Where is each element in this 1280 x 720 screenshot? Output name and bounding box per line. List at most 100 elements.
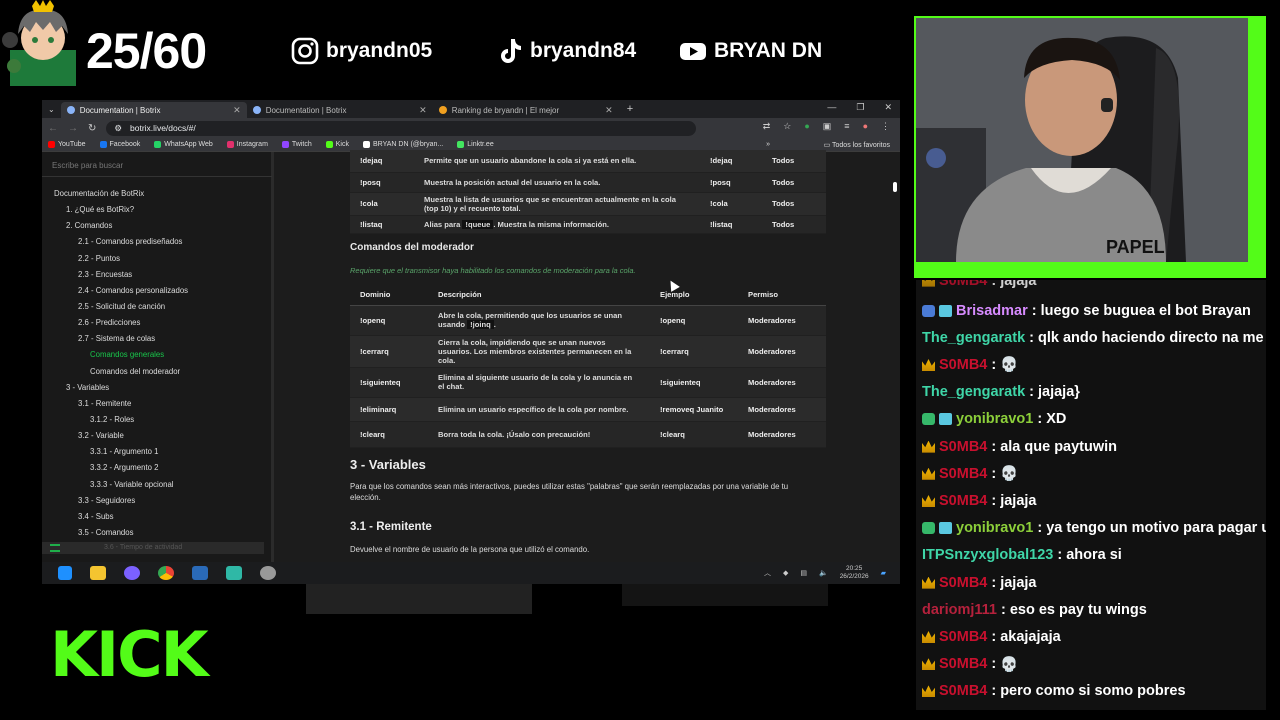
toc-item[interactable]: 3.2 - Variable bbox=[42, 428, 272, 444]
chat-username[interactable]: S0MB4 bbox=[939, 493, 987, 509]
chat-username[interactable]: S0MB4 bbox=[939, 280, 987, 289]
notifications-icon[interactable]: ▰ bbox=[881, 569, 886, 577]
bookmark-bryan-dn[interactable]: BRYAN DN (@bryan... bbox=[362, 141, 443, 148]
toc-item[interactable]: 3.3.2 - Argumento 2 bbox=[42, 460, 272, 476]
chat-username[interactable]: S0MB4 bbox=[939, 439, 987, 455]
file-explorer-icon[interactable] bbox=[90, 566, 106, 580]
tiktok-handle: bryandn84 bbox=[494, 36, 636, 66]
discord-icon[interactable] bbox=[124, 566, 140, 580]
docs-search-input[interactable]: Escribe para buscar bbox=[42, 155, 272, 177]
chat-username[interactable]: The_gengaratk bbox=[922, 330, 1025, 346]
back-icon[interactable]: ← bbox=[48, 123, 58, 134]
chat-username[interactable]: S0MB4 bbox=[939, 656, 987, 672]
gift-badge-icon bbox=[939, 522, 952, 535]
chat-username[interactable]: S0MB4 bbox=[939, 629, 987, 645]
chat-username[interactable]: dariomj111 bbox=[922, 602, 997, 618]
forward-icon[interactable]: → bbox=[68, 123, 78, 134]
chat-username[interactable]: S0MB4 bbox=[939, 466, 987, 482]
bookmark-kick[interactable]: Kick bbox=[325, 141, 349, 148]
minimize-icon[interactable]: — bbox=[827, 102, 836, 113]
toc-item[interactable]: 2.3 - Encuestas bbox=[42, 267, 272, 283]
toc-item[interactable]: Documentación de BotRix bbox=[42, 186, 272, 202]
translate-icon[interactable]: ⇄ bbox=[763, 121, 771, 132]
menu-kebab-icon[interactable]: ⋮ bbox=[881, 121, 890, 132]
tab-search-icon[interactable]: ⌄ bbox=[42, 105, 61, 114]
windows-start-icon[interactable] bbox=[58, 566, 72, 580]
toc-item[interactable]: 2. Comandos bbox=[42, 218, 272, 234]
bookmark-instagram[interactable]: Instagram bbox=[226, 141, 268, 148]
tab-botrix-docs-1[interactable]: Documentation | Botrix ✕ bbox=[60, 102, 247, 118]
chat-text: pero como si somo pobres bbox=[1000, 683, 1186, 700]
close-tab-icon[interactable]: ✕ bbox=[233, 105, 241, 116]
reload-icon[interactable]: ↻ bbox=[88, 123, 96, 134]
chat-username[interactable]: S0MB4 bbox=[939, 575, 987, 591]
media-icon[interactable]: ≡ bbox=[844, 121, 849, 132]
toc-item[interactable]: 3.1 - Remitente bbox=[42, 396, 272, 412]
more-bookmarks-icon[interactable]: » bbox=[766, 141, 770, 148]
description-cell: Muestra la posición actual del usuario e… bbox=[424, 177, 601, 187]
chat-username[interactable]: The_gengaratk bbox=[922, 384, 1025, 400]
tab-ranking[interactable]: Ranking de bryandn | El mejor ✕ bbox=[433, 102, 619, 118]
toc-item[interactable]: 3.3 - Seguidores bbox=[42, 493, 272, 509]
bookmark-whatsapp[interactable]: WhatsApp Web bbox=[154, 141, 213, 148]
chat-username[interactable]: yonibravo1 bbox=[956, 411, 1033, 427]
sidebar-toggle-icon[interactable] bbox=[50, 544, 60, 552]
toc-item[interactable]: 3.1.2 - Roles bbox=[42, 412, 272, 428]
chat-username[interactable]: ITPSnzyxglobal123 bbox=[922, 547, 1053, 563]
description-cell: Alias para !queue. Muestra la misma info… bbox=[414, 215, 700, 233]
all-bookmarks-folder[interactable]: ▭ Todos los favoritos bbox=[824, 141, 890, 149]
toc-item[interactable]: 2.2 - Puntos bbox=[42, 251, 272, 267]
toc-item[interactable]: 2.7 - Sistema de colas bbox=[42, 331, 272, 347]
chat-username[interactable]: S0MB4 bbox=[939, 357, 987, 373]
volume-icon[interactable]: 🔈 bbox=[819, 569, 828, 577]
profile-icon[interactable]: ● bbox=[863, 121, 868, 132]
chat-text: eso es pay tu wings bbox=[1009, 601, 1147, 618]
bookmark-youtube[interactable]: YouTube bbox=[48, 141, 86, 148]
toc-item[interactable]: Comandos generales bbox=[42, 347, 272, 363]
youtube-icon bbox=[48, 141, 55, 148]
svg-text:PAPEL: PAPEL bbox=[1106, 237, 1165, 257]
toc-item[interactable]: 2.6 - Predicciones bbox=[42, 315, 272, 331]
toc-item[interactable]: 2.5 - Solicitud de canción bbox=[42, 299, 272, 315]
site-info-icon[interactable]: ⚙ bbox=[114, 123, 122, 134]
chat-username[interactable]: yonibravo1 bbox=[956, 520, 1033, 536]
toc-item[interactable]: 1. ¿Qué es BotRix? bbox=[42, 202, 272, 218]
bookmark-star-icon[interactable]: ☆ bbox=[783, 121, 791, 132]
sidebar-bottom-item[interactable]: 3.6 - Tiempo de actividad bbox=[42, 542, 264, 554]
tab-botrix-docs-2[interactable]: Documentation | Botrix ✕ bbox=[247, 102, 433, 118]
chat-username[interactable]: S0MB4 bbox=[939, 683, 987, 699]
toc-item[interactable]: 2.4 - Comandos personalizados bbox=[42, 283, 272, 299]
toc-item[interactable]: 3 - Variables bbox=[42, 380, 272, 396]
chrome-icon[interactable] bbox=[158, 566, 174, 580]
page-content: Escribe para buscar Documentación de Bot… bbox=[42, 150, 900, 562]
close-tab-icon[interactable]: ✕ bbox=[419, 105, 427, 116]
bookmark-facebook[interactable]: Facebook bbox=[99, 141, 140, 148]
toc-item[interactable]: 3.3.1 - Argumento 1 bbox=[42, 444, 272, 460]
scrollbar-thumb[interactable] bbox=[893, 182, 897, 192]
whatsapp-icon bbox=[154, 141, 162, 148]
new-tab-button[interactable]: + bbox=[619, 103, 641, 115]
obs-icon[interactable] bbox=[260, 566, 276, 580]
toc-item[interactable]: 3.4 - Subs bbox=[42, 509, 272, 525]
example-cell: !openq bbox=[660, 315, 686, 325]
app-icon[interactable] bbox=[226, 566, 242, 580]
close-tab-icon[interactable]: ✕ bbox=[605, 105, 613, 116]
toc-item[interactable]: 3.3.3 - Variable opcional bbox=[42, 477, 272, 493]
system-clock[interactable]: 20:25 26/2/2026 bbox=[840, 565, 869, 581]
tray-chevron-icon[interactable]: ︿ bbox=[764, 568, 771, 578]
page-scrollbar[interactable] bbox=[892, 152, 898, 562]
extension-icon[interactable]: ● bbox=[804, 121, 809, 132]
url-field[interactable]: ⚙ botrix.live/docs/#/ bbox=[106, 120, 697, 136]
toc-item[interactable]: 3.5 - Comandos bbox=[42, 525, 272, 541]
toc-item[interactable]: 2.1 - Comandos prediseñados bbox=[42, 234, 272, 250]
bookmark-twitch[interactable]: Twitch bbox=[281, 141, 312, 148]
bookmark-linktree[interactable]: Linktr.ee bbox=[457, 141, 494, 148]
maximize-icon[interactable]: ❐ bbox=[856, 102, 864, 113]
close-window-icon[interactable]: ✕ bbox=[884, 102, 892, 113]
toc-item[interactable]: Comandos del moderador bbox=[42, 364, 272, 380]
tray-app-icon[interactable]: ◆ bbox=[783, 569, 788, 577]
chat-username[interactable]: Brisadmar bbox=[956, 303, 1028, 319]
network-icon[interactable]: ▤ bbox=[800, 569, 807, 577]
steam-icon[interactable] bbox=[192, 566, 208, 580]
extensions-puzzle-icon[interactable]: ▣ bbox=[823, 121, 832, 132]
